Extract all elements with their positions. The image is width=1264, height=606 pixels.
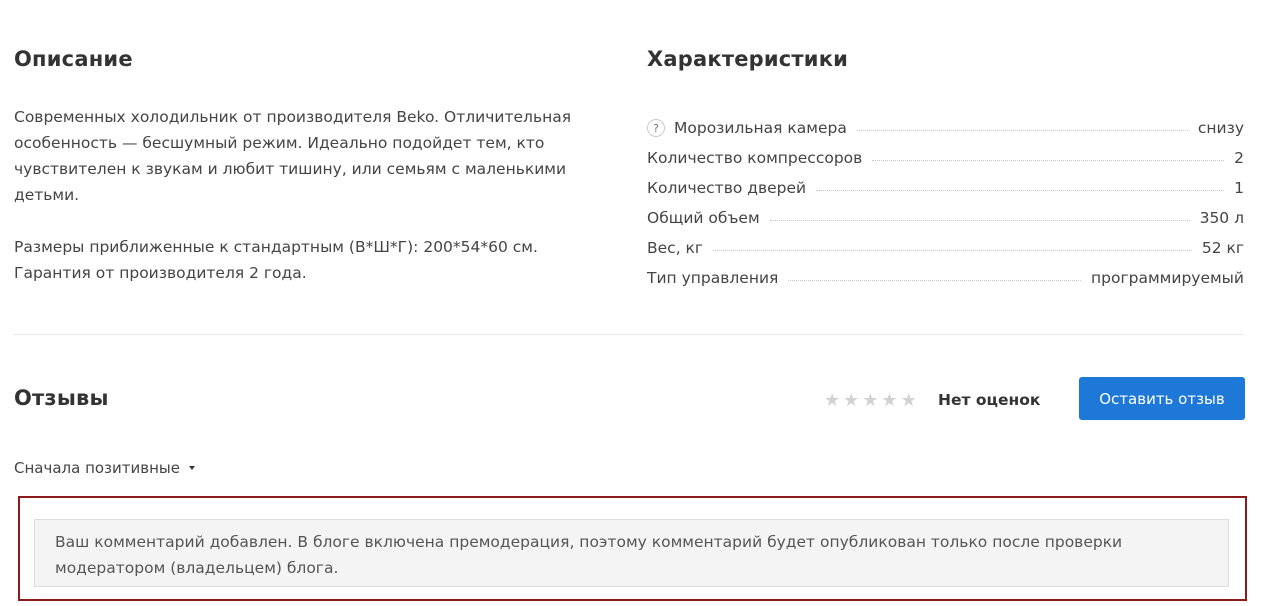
star-icon: ★ (824, 390, 841, 411)
spec-value: 52 кг (1201, 239, 1244, 257)
moderation-notice: Ваш комментарий добавлен. В блоге включе… (34, 519, 1229, 587)
spec-name: Количество дверей (647, 179, 807, 197)
caret-down-icon (189, 466, 195, 470)
star-icon: ★ (843, 390, 860, 411)
spec-row: Общий объем 350 л (647, 197, 1244, 227)
description-title: Описание (14, 47, 133, 71)
specs-list: ? Морозильная камера снизу Количество ко… (647, 107, 1244, 287)
spec-value: 1 (1234, 179, 1244, 197)
leave-review-button[interactable]: Оставить отзыв (1079, 377, 1245, 420)
spec-name: Вес, кг (647, 239, 704, 257)
reviews-title: Отзывы (14, 386, 109, 410)
star-icon: ★ (862, 390, 879, 411)
spec-name: Морозильная камера (674, 119, 847, 137)
spec-name: Количество компрессоров (647, 149, 863, 167)
star-icon: ★ (881, 390, 898, 411)
dotted-leader (788, 280, 1082, 281)
spec-row: Вес, кг 52 кг (647, 227, 1244, 257)
spec-name-wrapper: ? Морозильная камера (647, 119, 847, 137)
description-text: Современных холодильник от производителя… (14, 104, 594, 286)
spec-value: 350 л (1199, 209, 1244, 227)
section-divider (14, 334, 1244, 335)
rating-stars: ★ ★ ★ ★ ★ (824, 392, 917, 410)
spec-row: Количество компрессоров 2 (647, 137, 1244, 167)
no-rating-label: Нет оценок (938, 391, 1041, 409)
spec-value: 2 (1234, 149, 1244, 167)
spec-name: Тип управления (647, 269, 779, 287)
spec-row: Количество дверей 1 (647, 167, 1244, 197)
spec-row: Тип управления программируемый (647, 257, 1244, 287)
description-paragraph: Размеры приближенные к стандартным (В*Ш*… (14, 238, 538, 282)
description-paragraph: Современных холодильник от производителя… (14, 108, 572, 204)
spec-value: снизу (1197, 119, 1244, 137)
dotted-leader (713, 250, 1192, 251)
product-details-page: Описание Современных холодильник от прои… (0, 0, 1264, 606)
sort-dropdown[interactable]: Сначала позитивные (14, 459, 195, 477)
notice-highlight-frame: Ваш комментарий добавлен. В блоге включе… (18, 496, 1247, 601)
spec-row: ? Морозильная камера снизу (647, 107, 1244, 137)
dotted-leader (769, 220, 1190, 221)
specs-title: Характеристики (647, 47, 849, 71)
star-icon: ★ (900, 390, 917, 411)
dotted-leader (816, 190, 1225, 191)
spec-value: программируемый (1091, 269, 1244, 287)
help-icon[interactable]: ? (647, 119, 665, 137)
dotted-leader (856, 130, 1188, 131)
spec-name: Общий объем (647, 209, 760, 227)
dotted-leader (872, 160, 1225, 161)
sort-label: Сначала позитивные (14, 459, 180, 477)
